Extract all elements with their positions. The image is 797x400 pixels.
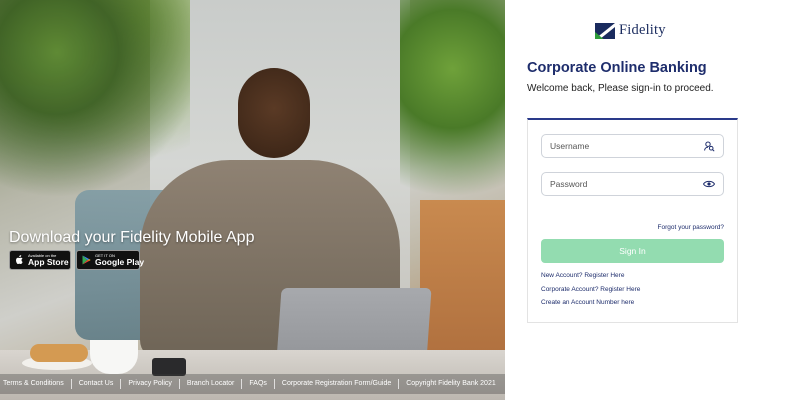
- username-field[interactable]: [541, 134, 724, 158]
- login-panel: Fidelity Corporate Online Banking Welcom…: [505, 0, 797, 400]
- footer-link-privacy[interactable]: Privacy Policy: [121, 379, 180, 389]
- create-account-number-link[interactable]: Create an Account Number here: [541, 299, 634, 306]
- plants-right: [400, 0, 505, 230]
- google-play-icon: [82, 255, 91, 265]
- google-play-button[interactable]: GET IT ON Google Play: [76, 250, 144, 270]
- fidelity-logo-mark-icon: [595, 22, 615, 39]
- password-field[interactable]: [541, 172, 724, 196]
- coffee-cup: [90, 340, 138, 374]
- plants-left: [0, 0, 190, 210]
- download-app-title: Download your Fidelity Mobile App: [9, 229, 255, 246]
- sign-in-button[interactable]: Sign In: [541, 239, 724, 263]
- footer-link-branch-locator[interactable]: Branch Locator: [180, 379, 243, 389]
- brand-name: Fidelity: [619, 22, 666, 38]
- person-head: [238, 68, 310, 158]
- login-card: Forgot your password? Sign In New Accoun…: [527, 118, 738, 323]
- app-store-label: App Store: [28, 256, 69, 267]
- app-store-button[interactable]: Available on the App Store: [9, 250, 71, 270]
- footer-copyright: Copyright Fidelity Bank 2021: [406, 380, 496, 387]
- apple-icon: [15, 255, 24, 265]
- google-play-label: Google Play: [95, 256, 145, 267]
- croissant: [30, 344, 88, 362]
- fidelity-logo[interactable]: Fidelity: [595, 22, 666, 39]
- footer-link-contact[interactable]: Contact Us: [72, 379, 122, 389]
- new-account-register-link[interactable]: New Account? Register Here: [541, 272, 624, 279]
- username-input[interactable]: [550, 141, 690, 151]
- eye-icon[interactable]: [703, 178, 715, 190]
- password-input[interactable]: [550, 179, 690, 189]
- footer-link-faqs[interactable]: FAQs: [242, 379, 275, 389]
- forgot-password-link[interactable]: Forgot your password?: [658, 224, 724, 231]
- hero-background: Download your Fidelity Mobile App Availa…: [0, 0, 505, 400]
- user-search-icon: [703, 140, 715, 152]
- page-title: Corporate Online Banking: [527, 60, 707, 76]
- footer-link-corporate-registration[interactable]: Corporate Registration Form/Guide: [275, 379, 400, 389]
- footer-links-bar: Terms & Conditions Contact Us Privacy Po…: [0, 374, 505, 394]
- page-subtitle: Welcome back, Please sign-in to proceed.: [527, 83, 714, 94]
- corporate-account-register-link[interactable]: Corporate Account? Register Here: [541, 286, 640, 293]
- footer-link-terms[interactable]: Terms & Conditions: [0, 379, 72, 389]
